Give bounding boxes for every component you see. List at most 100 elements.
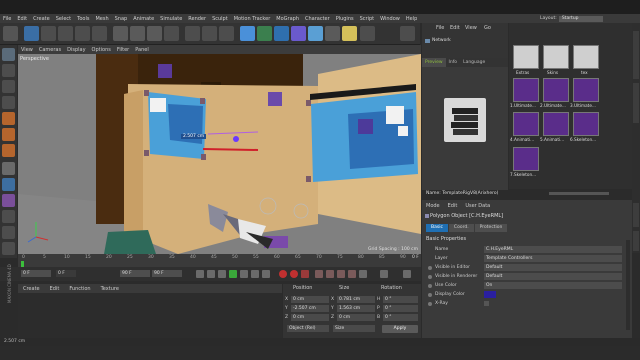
pos-z-field[interactable]: 0 cm [291, 314, 329, 321]
tab-preview[interactable]: Preview [422, 58, 446, 67]
apply-button[interactable]: Apply [382, 325, 418, 333]
scale-icon[interactable] [58, 26, 73, 41]
keyframe-selection-icon[interactable] [301, 270, 309, 278]
menu-mesh[interactable]: Mesh [92, 16, 111, 22]
layer-field[interactable]: Template Controllers [484, 255, 622, 262]
deformer-icon[interactable] [291, 26, 306, 41]
axis-y-icon[interactable] [130, 26, 145, 41]
size-x-field[interactable]: 0.781 cm [337, 296, 375, 303]
position-key-icon[interactable] [315, 270, 323, 278]
menu-create[interactable]: Create [30, 16, 53, 22]
viewport-menu-options[interactable]: Options [89, 47, 114, 53]
zoom-slider[interactable] [549, 192, 609, 195]
current-frame-field[interactable]: 0 F [56, 270, 76, 277]
material-manager[interactable] [18, 293, 282, 338]
viewport-menu-view[interactable]: View [18, 47, 36, 53]
animate-dot-icon[interactable] [428, 266, 432, 270]
snap-icon[interactable] [2, 178, 15, 191]
folder-icon[interactable] [543, 45, 569, 69]
attr-menu-mode[interactable]: Mode [422, 203, 444, 209]
size-y-field[interactable]: 1.563 cm [337, 305, 375, 312]
coordinate-mode-dropdown[interactable]: Object (Rel) [287, 325, 329, 332]
3d-viewport[interactable]: Perspective 2.507 cm Grid Spacing : 100 … [18, 54, 421, 254]
timeline-menu-icon[interactable] [380, 270, 388, 278]
menu-sculpt[interactable]: Sculpt [209, 16, 231, 22]
size-z-field[interactable]: 0 cm [337, 314, 375, 321]
animate-dot-icon[interactable] [428, 275, 432, 279]
paint-icon[interactable] [2, 242, 15, 255]
folder-icon[interactable] [573, 45, 599, 69]
size-mode-dropdown[interactable]: Size [333, 325, 375, 332]
tab-language[interactable]: Language [460, 58, 488, 67]
name-field[interactable]: C.H.EyeRML [484, 246, 622, 253]
timeline-ruler[interactable]: 0 5 10 15 20 25 30 35 40 45 50 55 60 65 … [18, 254, 421, 267]
max-frame-field[interactable]: 90 F [152, 270, 182, 277]
side-tab-layers[interactable] [633, 231, 639, 251]
menu-select[interactable]: Select [53, 16, 74, 22]
tree-menu-file[interactable]: File [436, 25, 444, 31]
axis-x-icon[interactable] [113, 26, 128, 41]
preset-thumbnail[interactable] [543, 78, 569, 102]
camera-icon[interactable] [325, 26, 340, 41]
animate-dot-icon[interactable] [428, 293, 432, 297]
display-color-swatch[interactable] [484, 291, 496, 298]
tab-protection[interactable]: Protection [474, 224, 508, 232]
floor-icon[interactable] [308, 26, 323, 41]
spline-icon[interactable] [360, 26, 375, 41]
next-key-icon[interactable] [251, 270, 259, 278]
material-menu-function[interactable]: Function [64, 286, 95, 292]
light-icon[interactable] [342, 26, 357, 41]
tree-menu-go[interactable]: Go [484, 25, 491, 31]
previous-key-icon[interactable] [207, 270, 215, 278]
preset-thumbnail[interactable] [513, 147, 539, 171]
make-editable-icon[interactable] [2, 48, 15, 61]
menu-character[interactable]: Character [302, 16, 333, 22]
start-frame-field[interactable]: 0 F [21, 270, 51, 277]
menu-snap[interactable]: Snap [112, 16, 131, 22]
tree-item-network[interactable]: Network [432, 38, 451, 43]
model-mode-icon[interactable] [2, 64, 15, 77]
attribute-scrollbar[interactable] [626, 240, 630, 330]
viewport-menu-panel[interactable]: Panel [132, 47, 152, 53]
preset-thumbnail[interactable] [573, 78, 599, 102]
subdivision-icon[interactable] [257, 26, 272, 41]
rot-b-field[interactable]: 0 ° [383, 314, 418, 321]
edges-mode-icon[interactable] [2, 128, 15, 141]
solo-icon[interactable] [2, 226, 15, 239]
side-tab-content-browser[interactable] [633, 31, 639, 79]
live-selection-icon[interactable] [24, 26, 39, 41]
point-level-icon[interactable] [359, 270, 367, 278]
pos-x-field[interactable]: 0 cm [291, 296, 329, 303]
animate-dot-icon[interactable] [428, 302, 432, 306]
menu-animate[interactable]: Animate [130, 16, 157, 22]
visible-in-editor-dropdown[interactable]: Default [484, 264, 622, 271]
menu-edit[interactable]: Edit [14, 16, 30, 22]
layout-dropdown[interactable]: Startup [558, 15, 603, 22]
render-picture-viewer-icon[interactable] [202, 26, 217, 41]
tree-menu-edit[interactable]: Edit [450, 25, 460, 31]
tab-coord[interactable]: Coord. [448, 224, 474, 232]
menu-render[interactable]: Render [185, 16, 209, 22]
animate-dot-icon[interactable] [428, 284, 432, 288]
previous-frame-icon[interactable] [218, 270, 226, 278]
interpolation-icon[interactable] [403, 270, 411, 278]
texture-mode-icon[interactable] [2, 80, 15, 93]
menu-file[interactable]: File [0, 16, 14, 22]
points-mode-icon[interactable] [2, 112, 15, 125]
material-menu-create[interactable]: Create [18, 286, 45, 292]
menu-window[interactable]: Window [377, 16, 403, 22]
side-tab-structure[interactable] [633, 83, 639, 123]
viewport-layout-icon[interactable] [400, 26, 415, 41]
menu-help[interactable]: Help [403, 16, 420, 22]
undo-icon[interactable] [3, 26, 18, 41]
planar-workplane-icon[interactable] [2, 210, 15, 223]
move-icon[interactable] [41, 26, 56, 41]
attr-menu-edit[interactable]: Edit [444, 203, 462, 209]
rot-h-field[interactable]: 0 ° [383, 296, 418, 303]
locked-workplane-icon[interactable] [2, 194, 15, 207]
play-icon[interactable] [229, 270, 237, 278]
tab-info[interactable]: Info [446, 58, 461, 67]
rotate-icon[interactable] [75, 26, 90, 41]
attr-menu-user-data[interactable]: User Data [461, 203, 494, 209]
rotation-key-icon[interactable] [337, 270, 345, 278]
